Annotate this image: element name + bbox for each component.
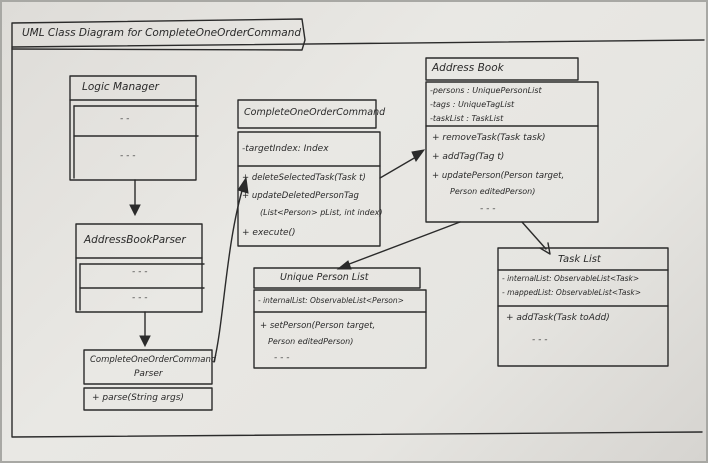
command-attribute-target-index: -targetIndex: Index <box>242 144 329 154</box>
logic-manager-section2: - - - <box>120 151 136 161</box>
arrow-logic-to-parser <box>129 179 141 217</box>
address-book-parser-section2: - - - <box>132 293 148 303</box>
task-list-box <box>497 247 669 367</box>
diagram-title: UML Class Diagram for CompleteOneOrderCo… <box>22 27 302 39</box>
logic-manager-name: Logic Manager <box>82 81 159 93</box>
address-book-attr-tags: -tags : UniqueTagList <box>430 100 515 109</box>
task-list-attr-internal-list: - internalList: ObservableList<Task> <box>502 274 640 283</box>
address-book-parser-section1: - - - <box>132 267 148 277</box>
command-parser-name-line1: CompleteOneOrderCommand <box>90 355 217 365</box>
person-list-method-set-person: + setPerson(Person target, <box>260 321 376 331</box>
address-book-name: Address Book <box>432 62 504 74</box>
command-parser-parse-method: + parse(String args) <box>92 393 184 403</box>
task-list-more-methods: - - - <box>532 335 548 345</box>
address-book-parser-name: AddressBookParser <box>84 234 186 246</box>
class-task-list <box>497 247 669 367</box>
person-list-more-methods: - - - <box>274 353 290 363</box>
task-list-method-add-task: + addTask(Task toAdd) <box>506 313 610 323</box>
arrow-parser-to-command-parser <box>139 311 151 348</box>
address-book-attr-tasklist: -taskList : TaskList <box>430 114 504 123</box>
command-method-execute: + execute() <box>242 228 296 238</box>
command-method-delete-task: + deleteSelectedTask(Task t) <box>242 173 366 183</box>
person-list-name: Unique Person List <box>280 272 369 283</box>
arrow-command-to-address-book <box>379 149 426 179</box>
command-method-update-tag-params: (List<Person> pList, int index) <box>260 208 383 217</box>
address-book-method-remove-task: + removeTask(Task task) <box>432 133 546 143</box>
task-list-name: Task List <box>558 254 601 265</box>
person-list-method-set-person-params: Person editedPerson) <box>268 337 354 346</box>
address-book-more-methods: - - - <box>480 204 496 214</box>
address-book-method-update-person-params: Person editedPerson) <box>450 187 536 196</box>
arrow-address-book-to-task-list <box>521 221 551 255</box>
task-list-attr-mapped-list: - mappedList: ObservableList<Task> <box>502 288 641 297</box>
command-parser-name-line2: Parser <box>134 369 163 379</box>
command-method-update-tag: + updateDeletedPersonTag <box>242 191 359 201</box>
arrow-command-parser-to-command <box>213 176 249 363</box>
logic-manager-section1: - - <box>120 114 130 124</box>
address-book-method-update-person: + updatePerson(Person target, <box>432 171 565 181</box>
paper-sheet: UML Class Diagram for CompleteOneOrderCo… <box>2 2 706 461</box>
person-list-attr-internal-list: - internalList: ObservableList<Person> <box>258 296 404 305</box>
address-book-attr-persons: -persons : UniquePersonList <box>430 86 542 95</box>
command-class-name: CompleteOneOrderCommand <box>244 107 386 118</box>
address-book-method-add-tag: + addTag(Tag t) <box>432 152 505 162</box>
